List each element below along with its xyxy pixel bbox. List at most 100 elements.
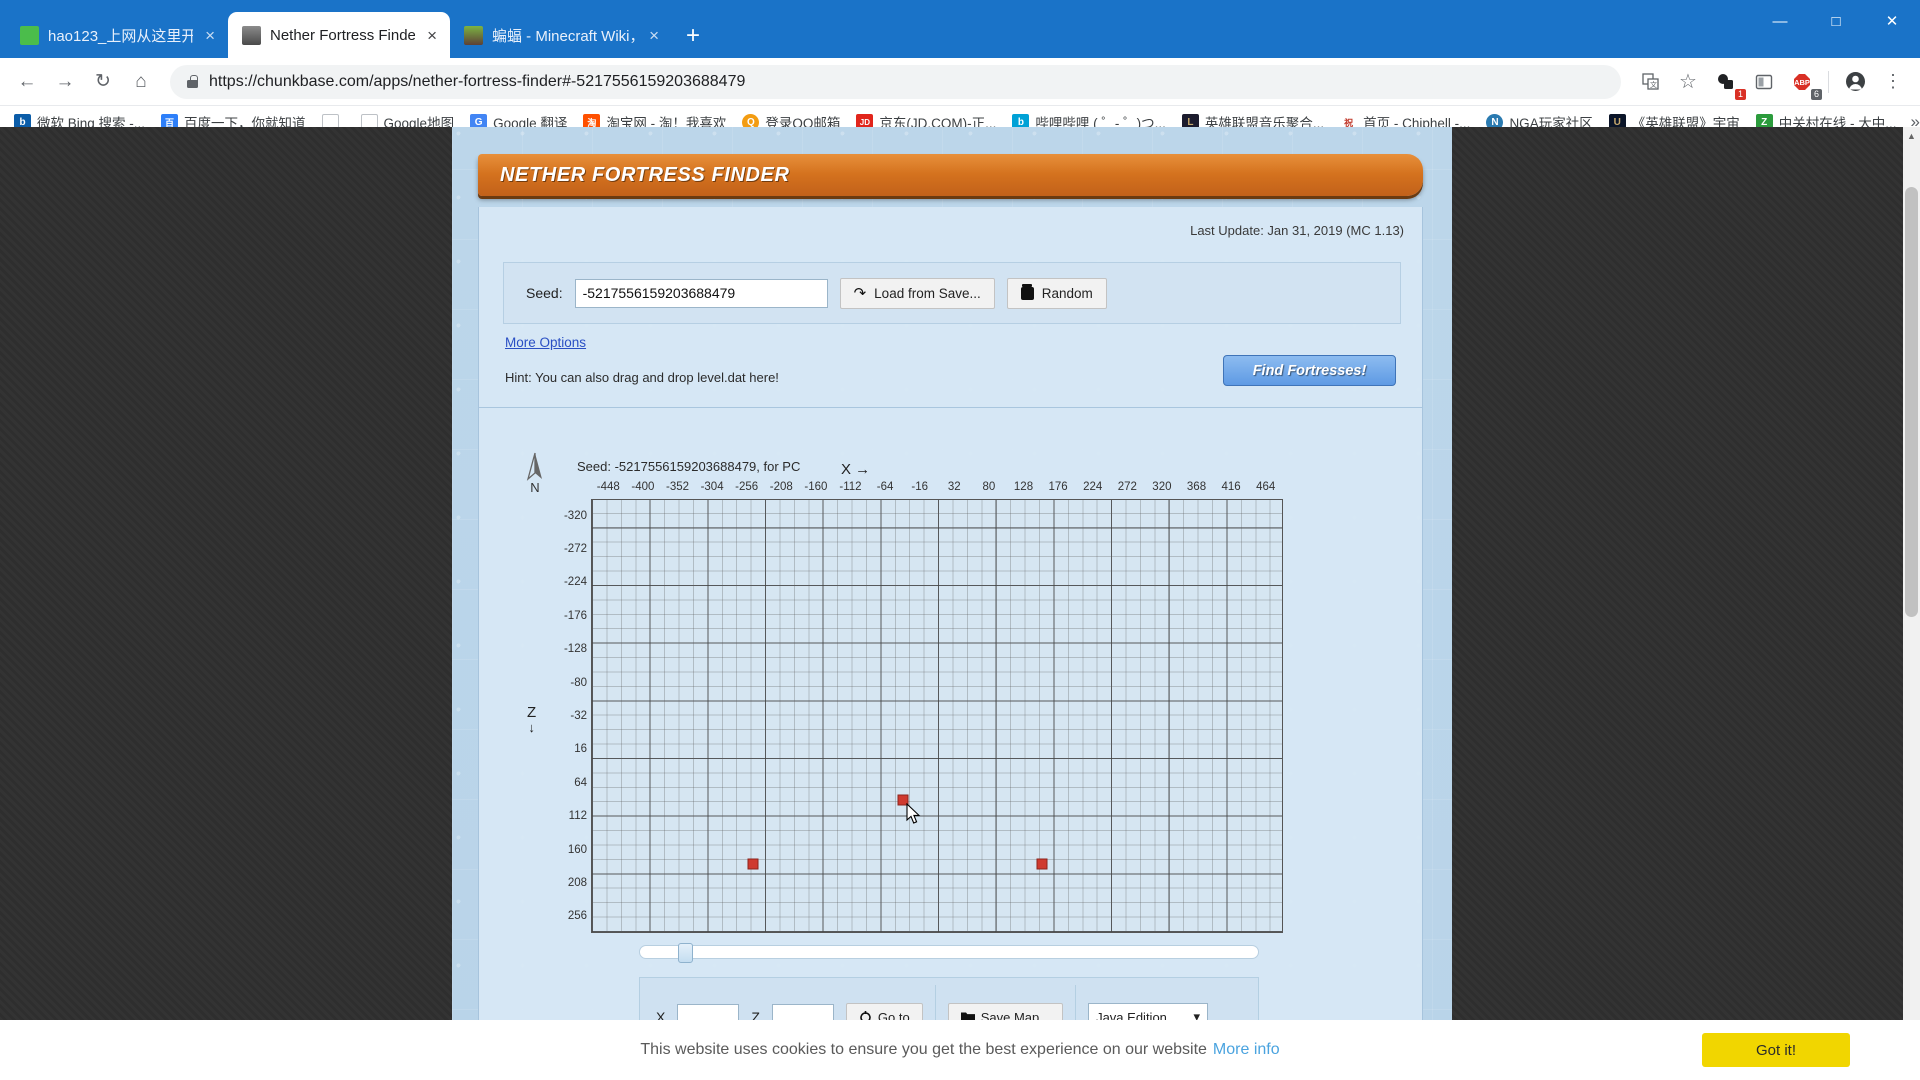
svg-text:ABP: ABP (1794, 78, 1810, 87)
x-tick-label: -352 (665, 481, 690, 493)
tab-title: hao123_上网从这里开始 (48, 27, 194, 45)
back-icon[interactable]: ← (10, 65, 44, 99)
z-axis-letter: Z (527, 704, 537, 721)
random-label: Random (1041, 285, 1093, 301)
maximize-button[interactable]: □ (1808, 0, 1864, 42)
reading-list-icon[interactable] (1747, 65, 1781, 99)
x-tick-label: 224 (1083, 481, 1103, 493)
url-text: https://chunkbase.com/apps/nether-fortre… (209, 72, 746, 90)
load-from-save-button[interactable]: ↷ Load from Save... (839, 277, 995, 309)
compass-north-label: N (530, 480, 540, 495)
browser-tab-1[interactable]: hao123_上网从这里开始 × (6, 12, 228, 58)
last-update-text: Last Update: Jan 31, 2019 (MC 1.13) (1190, 223, 1404, 238)
z-tick-label: 112 (568, 810, 587, 823)
svg-text:文: 文 (1650, 80, 1657, 89)
address-bar[interactable]: https://chunkbase.com/apps/nether-fortre… (170, 64, 1621, 99)
seed-row: Seed: ↷ Load from Save... Random (503, 262, 1401, 324)
new-tab-button[interactable]: + (672, 24, 714, 58)
app-card: Last Update: Jan 31, 2019 (MC 1.13) Seed… (478, 207, 1423, 1057)
x-tick-label: -256 (735, 481, 759, 493)
cookie-accept-button[interactable]: Got it! (1702, 1033, 1850, 1067)
extension-badge-count: 1 (1735, 88, 1746, 100)
z-tick-label: -32 (570, 710, 587, 722)
x-tick-label: 464 (1256, 481, 1276, 493)
x-axis-ticks: -448 -400 -352 -304 -256 -208 -160 -112 -64 -16 32… (591, 481, 1283, 497)
x-tick-label: -16 (911, 481, 928, 493)
lock-icon (186, 74, 199, 89)
window-controls: — □ ✕ (1752, 0, 1920, 42)
cookie-more-info-link[interactable]: More info (1213, 1041, 1280, 1059)
browser-window: hao123_上网从这里开始 × Nether Fortress Finder … (0, 0, 1920, 1080)
z-tick-label: 160 (567, 843, 587, 856)
close-icon[interactable]: × (202, 25, 218, 46)
map-area: N Seed: -5217556159203688479, for PC X →… (479, 417, 1424, 933)
home-icon[interactable]: ⌂ (124, 65, 158, 99)
cookie-message: This website uses cookies to ensure you … (640, 1041, 1207, 1058)
browser-toolbar: ← → ↻ ⌂ https://chunkbase.com/apps/nethe… (0, 58, 1920, 106)
page-scrollbar[interactable]: ▲ ▼ (1903, 127, 1920, 1080)
compass-icon: N (519, 452, 551, 498)
z-tick-label: -272 (563, 543, 587, 556)
z-tick-label: 208 (567, 876, 587, 889)
cookie-consent-banner: This website uses cookies to ensure you … (0, 1020, 1920, 1080)
z-tick-label: 16 (574, 743, 587, 756)
browser-menu-icon[interactable]: ⋮ (1876, 65, 1910, 99)
fortress-marker[interactable] (1036, 858, 1048, 870)
x-tick-label: 368 (1186, 481, 1207, 493)
minecraft-wiki-favicon (464, 25, 483, 45)
z-tick-label: -224 (563, 576, 587, 589)
account-icon[interactable] (1838, 65, 1872, 99)
find-fortresses-button[interactable]: Find Fortresses! (1223, 355, 1396, 386)
extension-icon-1[interactable]: 1 (1709, 65, 1746, 100)
scroll-up-icon[interactable]: ▲ (1903, 127, 1920, 144)
more-options-link[interactable]: More Options (505, 335, 586, 350)
x-tick-label: -64 (876, 481, 894, 493)
adblock-icon[interactable]: ABP 6 (1785, 65, 1822, 100)
z-axis-label: Z ↓ (527, 705, 536, 734)
load-from-save-label: Load from Save... (874, 285, 981, 301)
z-tick-label: -176 (563, 609, 587, 622)
z-tick-label: -80 (570, 676, 587, 689)
fortress-marker[interactable] (747, 858, 759, 870)
scrollbar-thumb[interactable] (1905, 187, 1918, 617)
x-tick-label: -208 (769, 481, 793, 493)
browser-tab-2[interactable]: Nether Fortress Finder - Minec × (228, 12, 450, 58)
reload-icon[interactable]: ↻ (86, 65, 120, 99)
tab-strip: hao123_上网从这里开始 × Nether Fortress Finder … (0, 0, 1920, 58)
x-tick-label: 176 (1048, 481, 1068, 493)
x-tick-label: -400 (631, 481, 655, 493)
hao123-favicon (20, 25, 39, 45)
x-tick-label: -304 (700, 481, 724, 493)
close-window-button[interactable]: ✕ (1864, 0, 1920, 42)
seed-label: Seed: (526, 285, 563, 301)
x-tick-label: -112 (839, 481, 862, 493)
translate-icon[interactable]: 文 (1633, 65, 1667, 99)
map-canvas[interactable] (591, 499, 1283, 933)
chunkbase-site: NETHER FORTRESS FINDER Last Update: Jan … (452, 127, 1452, 1080)
chunkbase-favicon (242, 25, 261, 45)
bookmark-star-icon[interactable]: ☆ (1671, 65, 1705, 99)
x-tick-label: -448 (596, 481, 620, 493)
drag-drop-hint: Hint: You can also drag and drop level.d… (505, 370, 779, 385)
map-seed-caption: Seed: -5217556159203688479, for PC (577, 459, 801, 474)
x-tick-label: 128 (1013, 481, 1034, 493)
refresh-icon: ↷ (853, 285, 867, 302)
seed-input[interactable] (574, 278, 828, 308)
tab-title: Nether Fortress Finder - Minec (270, 26, 416, 44)
forward-icon[interactable]: → (48, 65, 82, 99)
fortress-marker[interactable] (897, 794, 909, 806)
browser-tab-3[interactable]: 蝙蝠 - Minecraft Wiki，最详细 × (450, 12, 672, 58)
section-divider (479, 407, 1422, 408)
random-seed-button[interactable]: Random (1006, 277, 1107, 309)
tab-title: 蝙蝠 - Minecraft Wiki，最详细 (492, 27, 637, 45)
close-icon[interactable]: × (646, 25, 662, 46)
zoom-slider-thumb[interactable] (678, 943, 693, 963)
zoom-slider[interactable] (639, 943, 1259, 963)
minimize-button[interactable]: — (1752, 0, 1808, 42)
x-tick-label: 272 (1117, 481, 1137, 493)
x-tick-label: 416 (1221, 481, 1241, 493)
x-tick-label: 32 (947, 481, 961, 493)
dice-icon (1020, 283, 1034, 300)
close-icon[interactable]: × (424, 25, 440, 46)
app-banner: NETHER FORTRESS FINDER (478, 149, 1423, 201)
